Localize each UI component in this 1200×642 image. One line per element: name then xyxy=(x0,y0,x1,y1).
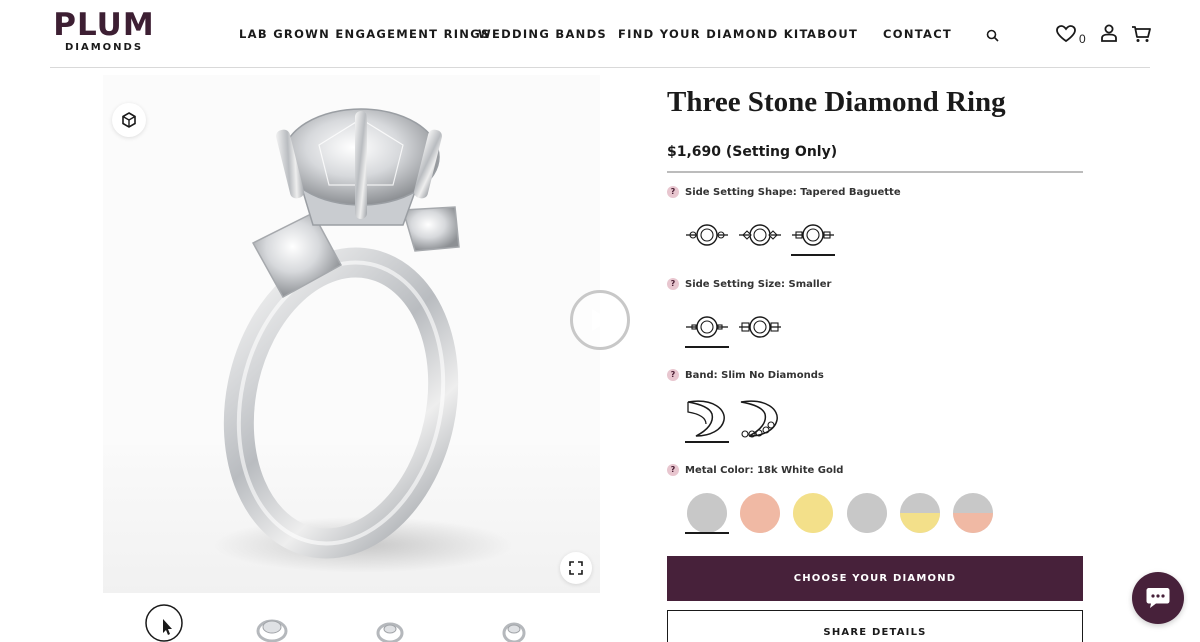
chat-bubble-icon xyxy=(1146,588,1170,608)
nav-contact[interactable]: CONTACT xyxy=(883,27,952,41)
side-size-option-1[interactable] xyxy=(684,313,730,346)
swatch-rose-gold[interactable] xyxy=(740,493,780,533)
side-size-selected-indicator xyxy=(685,346,729,348)
play-icon xyxy=(592,309,610,331)
swatch-yellow-gold[interactable] xyxy=(793,493,833,533)
nav-wedding-bands[interactable]: WEDDING BANDS xyxy=(478,27,607,41)
swatch-white-gold[interactable] xyxy=(687,493,727,533)
help-icon[interactable]: ? xyxy=(667,186,679,198)
swatch-half xyxy=(793,513,833,533)
cart-icon[interactable] xyxy=(1131,25,1151,48)
site-header: PLUM DIAMONDS LAB GROWN ENGAGEMENT RINGS… xyxy=(0,0,1200,68)
thumbnail-1[interactable] xyxy=(144,603,184,642)
swatch-half xyxy=(953,513,993,533)
brand-sub: DIAMONDS xyxy=(64,42,144,53)
swatch-half xyxy=(687,513,727,533)
swatch-half xyxy=(900,513,940,533)
thumbnail-strip xyxy=(103,603,600,642)
band-label: ? Band: Slim No Diamonds xyxy=(667,369,824,381)
account-icon[interactable] xyxy=(1100,24,1118,47)
help-icon[interactable]: ? xyxy=(667,369,679,381)
thumbnail-4[interactable] xyxy=(494,603,534,642)
nav-diamond-kit[interactable]: FIND YOUR DIAMOND KIT xyxy=(618,27,809,41)
choose-diamond-button[interactable]: CHOOSE YOUR DIAMOND xyxy=(667,556,1083,601)
side-shape-label: ? Side Setting Shape: Tapered Baguette xyxy=(667,186,901,198)
price-divider xyxy=(667,171,1083,173)
swatch-two-tone-yellow[interactable] xyxy=(900,493,940,533)
ring-image xyxy=(213,108,513,573)
search-icon[interactable] xyxy=(986,29,999,47)
nav-about[interactable]: ABOUT xyxy=(807,27,858,41)
help-icon[interactable]: ? xyxy=(667,278,679,290)
metal-selected-indicator xyxy=(685,532,729,534)
wishlist-count: 0 xyxy=(1079,32,1086,46)
metal-label-text: Metal Color: 18k White Gold xyxy=(685,464,844,476)
side-shape-label-text: Side Setting Shape: Tapered Baguette xyxy=(685,186,901,198)
band-label-text: Band: Slim No Diamonds xyxy=(685,369,824,381)
header-divider xyxy=(50,67,1150,68)
band-selected-indicator xyxy=(685,441,729,443)
thumbnail-2[interactable] xyxy=(252,603,292,642)
swatch-half xyxy=(847,513,887,533)
video-play-button[interactable] xyxy=(570,290,630,350)
metal-label: ? Metal Color: 18k White Gold xyxy=(667,464,843,476)
share-details-button[interactable]: SHARE DETAILS xyxy=(667,610,1083,642)
side-size-label-text: Side Setting Size: Smaller xyxy=(685,278,832,290)
band-option-slim[interactable] xyxy=(684,396,730,445)
side-shape-selected-indicator xyxy=(791,254,835,256)
expand-icon xyxy=(569,561,583,575)
help-icon[interactable]: ? xyxy=(667,464,679,476)
cube-icon xyxy=(122,112,136,128)
product-image-gallery[interactable] xyxy=(103,75,630,593)
ar-view-button[interactable] xyxy=(112,103,146,137)
side-size-option-2[interactable] xyxy=(737,313,783,346)
brand-name: PLUM xyxy=(53,7,155,43)
chat-button[interactable] xyxy=(1132,572,1184,624)
side-size-label: ? Side Setting Size: Smaller xyxy=(667,278,831,290)
side-shape-option-2[interactable] xyxy=(737,221,783,254)
product-price: $1,690 (Setting Only) xyxy=(667,144,838,160)
nav-engagement-rings[interactable]: LAB GROWN ENGAGEMENT RINGS xyxy=(239,27,491,41)
swatch-two-tone-rose[interactable] xyxy=(953,493,993,533)
swatch-half xyxy=(740,513,780,533)
brand-logo[interactable]: PLUM DIAMONDS xyxy=(52,8,156,54)
fullscreen-button[interactable] xyxy=(560,552,592,584)
side-shape-option-1[interactable] xyxy=(684,221,730,254)
swatch-platinum[interactable] xyxy=(847,493,887,533)
thumbnail-3[interactable] xyxy=(370,603,410,642)
product-title: Three Stone Diamond Ring xyxy=(667,86,1006,118)
heart-icon[interactable] xyxy=(1056,25,1076,48)
side-shape-option-3[interactable] xyxy=(790,221,836,254)
band-option-pave[interactable] xyxy=(737,396,783,445)
